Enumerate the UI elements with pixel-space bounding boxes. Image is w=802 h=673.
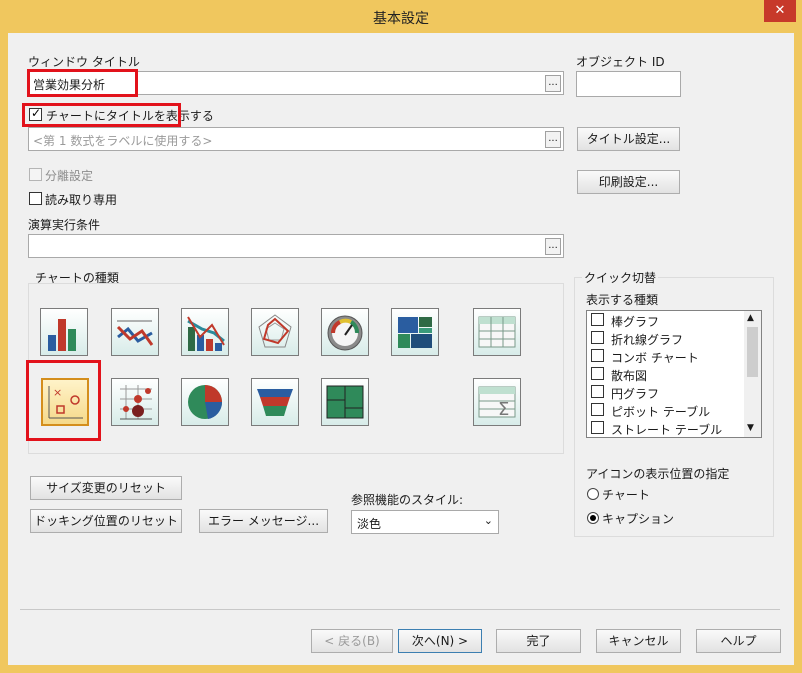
help-button[interactable]: ヘルプ xyxy=(696,629,781,653)
list-scrollbar[interactable]: ▲ ▼ xyxy=(744,311,761,437)
reset-size-button[interactable]: サイズ変更のリセット xyxy=(30,476,182,500)
calc-condition-browse-button[interactable]: ... xyxy=(545,238,561,255)
read-only-label: 読み取り専用 xyxy=(45,193,118,207)
cancel-button[interactable]: キャンセル xyxy=(596,629,681,653)
straight-table-icon[interactable]: Σ xyxy=(473,378,521,426)
footer-separator xyxy=(20,609,780,610)
scroll-down-icon[interactable]: ▼ xyxy=(747,423,754,433)
window-title: 基本設定 xyxy=(373,11,429,27)
radio-chart[interactable] xyxy=(587,488,599,500)
read-only-checkbox[interactable] xyxy=(29,192,42,205)
title-bar: 基本設定 ✕ xyxy=(0,0,802,33)
back-button[interactable]: < 戻る(B) xyxy=(311,629,393,653)
mekko-chart-icon[interactable] xyxy=(321,378,369,426)
svg-text:Σ: Σ xyxy=(498,399,509,420)
combo-chart-icon[interactable] xyxy=(181,308,229,356)
next-button[interactable]: 次へ(N) > xyxy=(398,629,482,653)
highlight-show-title xyxy=(22,103,181,127)
scroll-thumb[interactable] xyxy=(747,327,758,377)
grid-chart-icon[interactable] xyxy=(111,378,159,426)
window-title-browse-button[interactable]: ... xyxy=(545,75,561,92)
print-settings-button[interactable]: 印刷設定... xyxy=(577,170,680,194)
title-label-browse-button[interactable]: ... xyxy=(545,131,561,148)
detach-label: 分離設定 xyxy=(45,169,94,183)
highlight-window-title xyxy=(27,69,138,97)
title-settings-button[interactable]: タイトル設定... xyxy=(577,127,680,151)
pivot-table-icon[interactable] xyxy=(473,308,521,356)
line-chart-icon[interactable] xyxy=(111,308,159,356)
calc-condition-label: 演算実行条件 xyxy=(28,218,101,232)
bar-chart-icon[interactable] xyxy=(40,308,88,356)
icon-position-label: アイコンの表示位置の指定 xyxy=(586,467,730,481)
finish-button[interactable]: 完了 xyxy=(496,629,581,653)
style-label: 参照機能のスタイル: xyxy=(351,493,464,507)
title-label-input[interactable]: <第 1 数式をラベルに使用する> ... xyxy=(28,127,564,151)
error-messages-button[interactable]: エラー メッセージ... xyxy=(199,509,328,533)
display-types-label: 表示する種類 xyxy=(586,293,659,307)
window-title-label: ウィンドウ タイトル xyxy=(28,55,140,69)
display-types-list[interactable]: 棒グラフ 折れ線グラフ コンボ チャート 散布図 円グラフ ピボット テーブル … xyxy=(586,310,762,438)
close-button[interactable]: ✕ xyxy=(764,0,796,22)
pie-chart-icon[interactable] xyxy=(181,378,229,426)
detach-checkbox[interactable] xyxy=(29,168,42,181)
object-id-input[interactable] xyxy=(576,71,681,97)
calc-condition-input[interactable]: ... xyxy=(28,234,564,258)
style-select-value: 淡色 xyxy=(357,517,382,531)
funnel-chart-icon[interactable] xyxy=(251,378,299,426)
object-id-label: オブジェクト ID xyxy=(576,55,665,69)
radio-caption-label: キャプション xyxy=(602,512,675,526)
scroll-up-icon[interactable]: ▲ xyxy=(747,313,754,323)
chevron-down-icon: ⌄ xyxy=(483,514,493,527)
radar-chart-icon[interactable] xyxy=(251,308,299,356)
quick-switch-label: クイック切替 xyxy=(582,269,659,286)
dialog-body: ウィンドウ タイトル 営業効果分析 ... オブジェクト ID チャートにタイト… xyxy=(8,33,794,665)
radio-caption[interactable] xyxy=(587,512,599,524)
reset-docking-button[interactable]: ドッキング位置のリセット xyxy=(30,509,182,533)
block-chart-icon[interactable] xyxy=(391,308,439,356)
gauge-chart-icon[interactable] xyxy=(321,308,369,356)
title-label-placeholder: <第 1 数式をラベルに使用する> xyxy=(33,134,213,148)
style-select[interactable]: 淡色 ⌄ xyxy=(351,510,499,534)
radio-chart-label: チャート xyxy=(602,488,650,502)
highlight-scatter-chart xyxy=(26,360,101,441)
